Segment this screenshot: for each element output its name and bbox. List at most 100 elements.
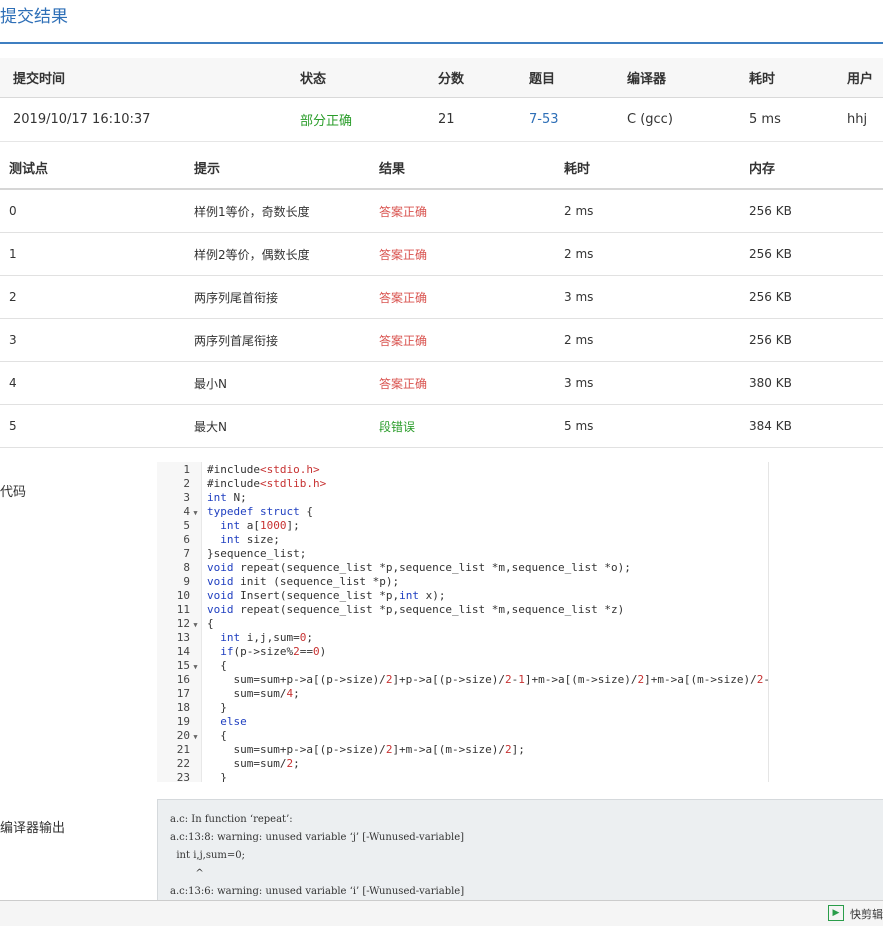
case-memory: 256 KB	[749, 232, 883, 276]
case-hint: 两序列尾首衔接	[194, 275, 379, 319]
compiler-output-text: a.c: In function ‘repeat’: a.c:13:8: war…	[170, 814, 465, 897]
code-editor[interactable]: 1 #include<stdio.h> 2 #include<stdlib.h> 3 in…	[157, 462, 769, 782]
line-number: 13	[176, 631, 190, 644]
code-line: 14 if(p->size%2==0)	[157, 645, 326, 659]
table-row: 4 最小N 答案正确 3 ms 380 KB	[0, 361, 883, 405]
code-line: 1 #include<stdio.h>	[157, 463, 319, 477]
case-result: 答案正确	[379, 361, 564, 405]
fold-arrow-icon[interactable]: ▼	[190, 730, 201, 744]
code-text: void repeat(sequence_list *p,sequence_li…	[207, 603, 625, 616]
code-text: {	[207, 617, 214, 630]
case-id: 1	[0, 232, 194, 276]
header-result: 结果	[379, 146, 564, 190]
compiler: C (gcc)	[627, 97, 749, 142]
submission-summary-table: 提交时间 状态 分数 题目 编译器 耗时 用户 2019/10/17 16:10…	[0, 58, 883, 142]
case-result: 答案正确	[379, 189, 564, 233]
line-number: 23	[176, 771, 190, 782]
header-status: 状态	[300, 58, 438, 98]
header-score: 分数	[438, 58, 529, 98]
code-line: 17 sum=sum/4;	[157, 687, 300, 701]
line-number: 15	[176, 659, 190, 672]
fold-arrow-icon[interactable]: ▼	[190, 660, 201, 674]
code-text: sum=sum+p->a[(p->size)/2]+p->a[(p->size)…	[207, 673, 768, 686]
fold-arrow-icon[interactable]: ▼	[190, 506, 201, 520]
table-row: 0 样例1等价，奇数长度 答案正确 2 ms 256 KB	[0, 189, 883, 233]
code-label: 代码	[0, 485, 27, 500]
case-hint: 样例2等价，偶数长度	[194, 232, 379, 276]
code-line: 23 }	[157, 771, 227, 782]
code-line: 13 int i,j,sum=0;	[157, 631, 313, 645]
code-text: int size;	[220, 533, 280, 546]
header-problem: 题目	[529, 58, 627, 98]
line-number: 7	[183, 547, 190, 560]
play-icon[interactable]: ▶	[828, 905, 844, 921]
summary-row: 2019/10/17 16:10:37 部分正确 21 7-53 C (gcc)…	[0, 97, 883, 142]
code-text: sum=sum/4;	[207, 687, 300, 700]
line-number: 10	[176, 589, 190, 602]
header-hint: 提示	[194, 146, 379, 190]
code-line: 10 void Insert(sequence_list *p,int x);	[157, 589, 446, 603]
cases-header-row: 测试点 提示 结果 耗时 内存	[0, 146, 883, 190]
code-text: void Insert(sequence_list *p,int x);	[207, 589, 446, 602]
code-line: 7 }sequence_list;	[157, 547, 306, 561]
line-number: 4	[183, 505, 190, 518]
page-header: 提交结果	[0, 0, 883, 44]
case-hint: 两序列首尾衔接	[194, 318, 379, 362]
case-result: 答案正确	[379, 232, 564, 276]
code-text: sum=sum/2;	[207, 757, 300, 770]
code-text: #include<stdio.h>	[207, 463, 320, 476]
code-line: 4 ▼ typedef struct {	[157, 505, 313, 520]
code-lines: 1 #include<stdio.h> 2 #include<stdlib.h> 3 in…	[157, 463, 768, 782]
line-number: 14	[176, 645, 190, 658]
code-line: 16 sum=sum+p->a[(p->size)/2]+p->a[(p->si…	[157, 673, 768, 687]
compiler-output-panel: a.c: In function ‘repeat’: a.c:13:8: war…	[157, 799, 883, 902]
fold-arrow-icon[interactable]: ▼	[190, 618, 201, 632]
user: hhj	[847, 97, 883, 142]
code-line: 19 else	[157, 715, 247, 729]
code-text: #include<stdlib.h>	[207, 477, 327, 490]
header-compiler: 编译器	[627, 58, 749, 98]
case-memory: 256 KB	[749, 275, 883, 319]
table-row: 2 两序列尾首衔接 答案正确 3 ms 256 KB	[0, 275, 883, 319]
code-text: {	[207, 729, 227, 742]
case-time: 3 ms	[564, 275, 749, 319]
compiler-output-label: 编译器输出	[0, 821, 66, 836]
code-line: 5 int a[1000];	[157, 519, 299, 533]
code-text: {	[207, 659, 227, 672]
case-time: 3 ms	[564, 361, 749, 405]
line-number: 19	[176, 715, 190, 728]
code-line: 2 #include<stdlib.h>	[157, 477, 326, 491]
submit-time: 2019/10/17 16:10:37	[0, 97, 300, 142]
table-row: 1 样例2等价，偶数长度 答案正确 2 ms 256 KB	[0, 232, 883, 276]
table-row: 5 最大N 段错误 5 ms 384 KB	[0, 404, 883, 448]
code-line: 9 void init (sequence_list *p);	[157, 575, 399, 589]
case-hint: 最小N	[194, 361, 379, 405]
case-id: 5	[0, 404, 194, 448]
code-text: void repeat(sequence_list *p,sequence_li…	[207, 561, 631, 574]
case-time: 5 ms	[564, 404, 749, 448]
score: 21	[438, 97, 529, 142]
line-number: 17	[176, 687, 190, 700]
line-number: 5	[183, 519, 190, 532]
page-title: 提交结果	[0, 7, 68, 27]
line-number: 21	[176, 743, 190, 756]
case-hint: 最大N	[194, 404, 379, 448]
code-text: int i,j,sum=0;	[220, 631, 313, 644]
case-memory: 380 KB	[749, 361, 883, 405]
line-number: 2	[183, 477, 190, 490]
duration: 5 ms	[749, 97, 847, 142]
case-result: 答案正确	[379, 275, 564, 319]
code-text: else	[220, 715, 247, 728]
code-line: 8 void repeat(sequence_list *p,sequence_l…	[157, 561, 630, 575]
header-time: 耗时	[564, 146, 749, 190]
case-time: 2 ms	[564, 232, 749, 276]
case-id: 2	[0, 275, 194, 319]
line-number: 22	[176, 757, 190, 770]
app-name[interactable]: 快剪辑	[850, 906, 883, 922]
code-line: 22 sum=sum/2;	[157, 757, 300, 771]
header-memory: 内存	[749, 146, 883, 190]
problem-link[interactable]: 7-53	[529, 97, 627, 142]
header-case-id: 测试点	[0, 146, 194, 190]
code-text: if(p->size%2==0)	[220, 645, 327, 658]
code-text: }sequence_list;	[207, 547, 307, 560]
